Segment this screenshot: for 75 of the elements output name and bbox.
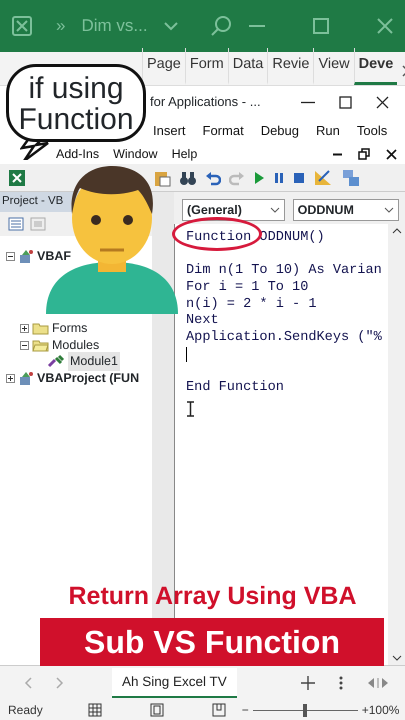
folder-icon <box>32 322 49 336</box>
chevron-up-icon[interactable] <box>392 228 402 234</box>
project-icon <box>18 248 34 264</box>
tree-item-label[interactable]: VBAF <box>37 246 72 266</box>
window-title: for Applications - ... <box>150 93 261 112</box>
close-icon[interactable] <box>386 148 397 160</box>
title-banner: Sub VS Function <box>40 618 384 666</box>
i-beam-cursor-icon <box>186 400 195 417</box>
dropdown-value: ODDNUM <box>298 202 354 219</box>
code-line: Application.SendKeys ("% <box>186 330 382 346</box>
code-line: Function ODDNUM() <box>186 230 325 245</box>
restore-icon[interactable] <box>358 148 370 160</box>
chevron-down-icon[interactable] <box>270 207 280 213</box>
code-line: End Function <box>186 380 284 396</box>
close-icon[interactable] <box>376 96 389 108</box>
tree-item-label[interactable]: VBAProject (FUN <box>37 368 140 388</box>
ribbon-tab[interactable]: Deve <box>354 48 398 85</box>
menu-item[interactable]: Run <box>316 121 340 141</box>
dropdown[interactable]: (General) <box>182 199 285 221</box>
ribbon-tab[interactable]: Form <box>184 48 228 85</box>
page-layout-icon[interactable] <box>150 703 164 717</box>
run-icon[interactable] <box>253 170 265 184</box>
slider-thumb[interactable] <box>303 704 308 716</box>
menu-item[interactable]: Debug <box>260 121 299 141</box>
project-icon <box>18 370 34 386</box>
module-icon <box>47 354 65 370</box>
stop-icon[interactable] <box>293 172 305 184</box>
status-text: Ready <box>8 702 43 719</box>
scrollbar[interactable] <box>388 224 405 665</box>
menu-item[interactable]: Help <box>172 144 198 164</box>
dropdown-value: (General) <box>187 202 242 219</box>
ribbon-tab[interactable]: Revie <box>267 48 314 85</box>
more-options-icon[interactable] <box>339 676 343 690</box>
view-code-icon[interactable] <box>8 217 24 231</box>
tree-item-label[interactable]: Module1 <box>68 352 120 372</box>
pane-title: Project - VB <box>2 194 64 210</box>
code-line: Next <box>186 313 219 328</box>
minimize-icon[interactable] <box>301 100 315 104</box>
spreadsheet-icon[interactable] <box>8 168 26 186</box>
sheet-tab[interactable]: Ah Sing Excel TV <box>112 668 237 698</box>
text-cursor <box>186 346 187 362</box>
headline-text: Return Array Using VBA <box>67 581 358 612</box>
menu-item[interactable]: Format <box>202 121 244 141</box>
tree-item-label[interactable]: Modules <box>52 336 100 355</box>
project-explorer-icon[interactable] <box>341 168 361 188</box>
pause-icon[interactable] <box>273 172 285 184</box>
normal-view-icon[interactable] <box>88 703 102 717</box>
ribbon-tab[interactable]: View <box>313 48 354 85</box>
add-sheet-icon[interactable] <box>301 676 315 690</box>
code-line: Dim n(1 To 10) As Varian <box>186 263 382 278</box>
scroll-arrows-icon[interactable] <box>367 677 389 689</box>
menu-item[interactable]: Window <box>113 144 158 164</box>
code-line: For i = 1 To 10 <box>186 280 308 296</box>
menu-item[interactable]: Insert <box>153 121 186 141</box>
open-folder-icon <box>32 338 49 352</box>
menu-item[interactable]: Tools <box>356 121 388 141</box>
design-mode-icon[interactable] <box>313 168 333 186</box>
binoculars-icon[interactable] <box>179 170 197 186</box>
maximize-icon[interactable] <box>339 96 352 108</box>
dropdown[interactable]: ODDNUM <box>292 199 399 221</box>
zoom-percent: 100% <box>368 702 400 719</box>
spreadsheet-icon[interactable] <box>12 16 32 36</box>
undo-icon[interactable] <box>205 170 221 186</box>
menu-item[interactable]: Add-Ins <box>56 144 100 164</box>
zoom-in-button[interactable]: + <box>362 701 369 719</box>
ribbon-tab[interactable]: Data <box>228 48 268 85</box>
code-line: n(i) = 2 * i - 1 <box>186 296 317 312</box>
chevron-down-icon[interactable] <box>392 655 402 661</box>
search-icon[interactable] <box>210 15 232 37</box>
zoom-out-button[interactable]: − <box>242 701 249 719</box>
chevron-down-icon[interactable] <box>384 207 394 213</box>
page-break-icon[interactable] <box>212 703 226 717</box>
speech-bubble: if using Function <box>6 64 146 142</box>
minimize-icon[interactable] <box>333 152 342 156</box>
tree-item-label[interactable]: Forms <box>52 319 88 338</box>
